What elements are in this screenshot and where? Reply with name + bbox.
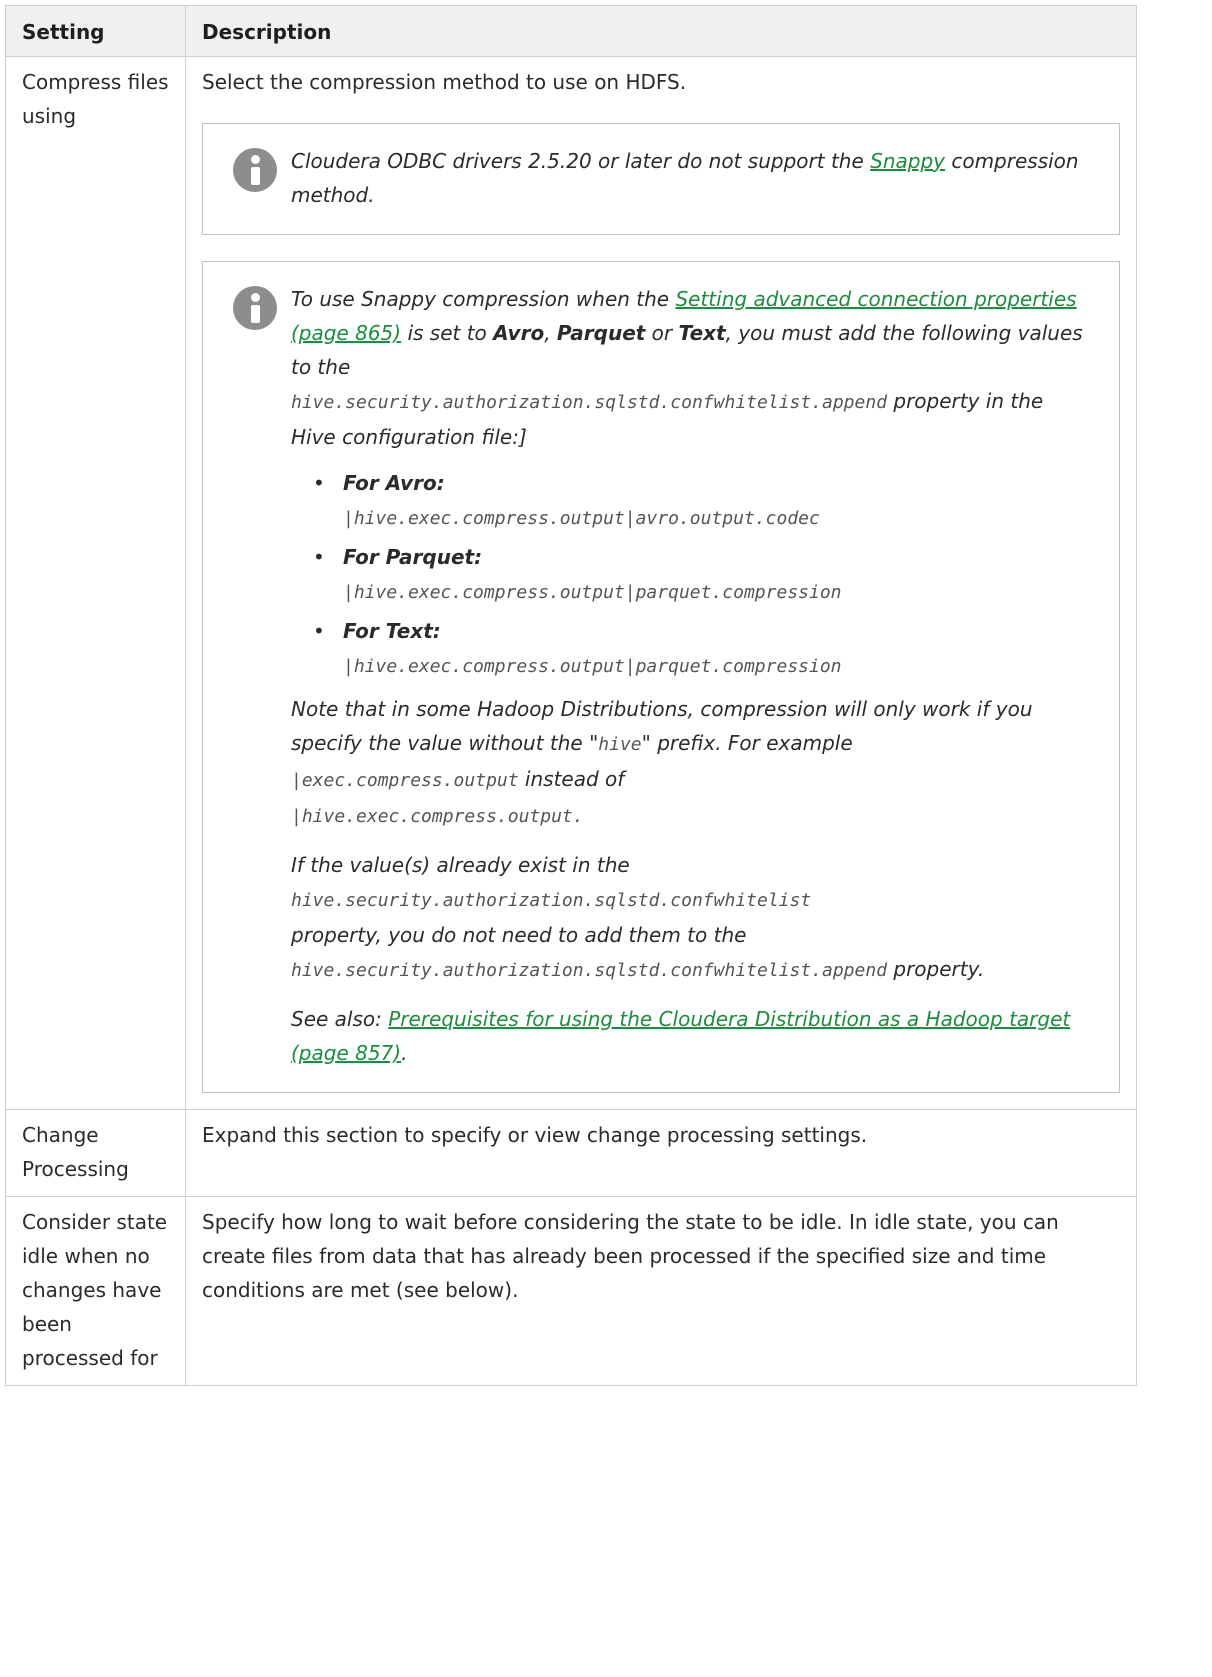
note-body: To use Snappy compression when the Setti…: [291, 282, 1089, 1070]
note-box: To use Snappy compression when the Setti…: [202, 261, 1120, 1093]
info-icon: [233, 286, 277, 330]
list-item: • For Text: |hive.exec.compress.output|par…: [313, 619, 842, 677]
column-header-description: Description: [185, 5, 1137, 57]
settings-table: Setting Description Compress files using…: [5, 5, 1137, 1386]
note-see-also: See also: Prerequisites for using the Cl…: [291, 1007, 1071, 1065]
setting-name: Consider state idle when no changes have…: [5, 1196, 186, 1386]
property-name: hive.security.authorization.sqlstd.confw…: [291, 392, 888, 413]
list-item: • For Avro: |hive.exec.compress.output|avr…: [313, 471, 820, 529]
note-body: Cloudera ODBC drivers 2.5.20 or later do…: [291, 149, 1079, 207]
table-row: Change Processing Expand this section to…: [5, 1109, 1137, 1197]
table-row: Compress files using Select the compress…: [5, 56, 1137, 1110]
column-header-setting: Setting: [5, 5, 186, 57]
cloudera-prerequisites-link[interactable]: Prerequisites for using the Cloudera Dis…: [291, 1007, 1070, 1065]
description-text: Expand this section to specify or view c…: [202, 1123, 868, 1147]
setting-name: Change Processing: [5, 1109, 186, 1197]
note-exist: If the value(s) already exist in the hiv…: [291, 853, 985, 981]
description-text: Specify how long to wait before consider…: [202, 1210, 1059, 1302]
format-list: • For Avro: |hive.exec.compress.output|avr…: [291, 466, 1089, 684]
description-text: Select the compression method to use on …: [202, 70, 687, 94]
note-box: Cloudera ODBC drivers 2.5.20 or later do…: [202, 123, 1120, 235]
note-intro: To use Snappy compression when the Setti…: [291, 287, 1083, 449]
list-item: • For Parquet: |hive.exec.compress.output|…: [313, 545, 842, 603]
setting-description: Select the compression method to use on …: [185, 56, 1137, 1110]
setting-description: Expand this section to specify or view c…: [185, 1109, 1137, 1197]
setting-description: Specify how long to wait before consider…: [185, 1196, 1137, 1386]
info-icon: [233, 148, 277, 192]
setting-name: Compress files using: [5, 56, 186, 1110]
table-row: Consider state idle when no changes have…: [5, 1196, 1137, 1386]
note-hadoop: Note that in some Hadoop Distributions, …: [291, 697, 1033, 827]
table-header-row: Setting Description: [5, 5, 1137, 57]
snappy-link[interactable]: Snappy: [870, 149, 945, 173]
